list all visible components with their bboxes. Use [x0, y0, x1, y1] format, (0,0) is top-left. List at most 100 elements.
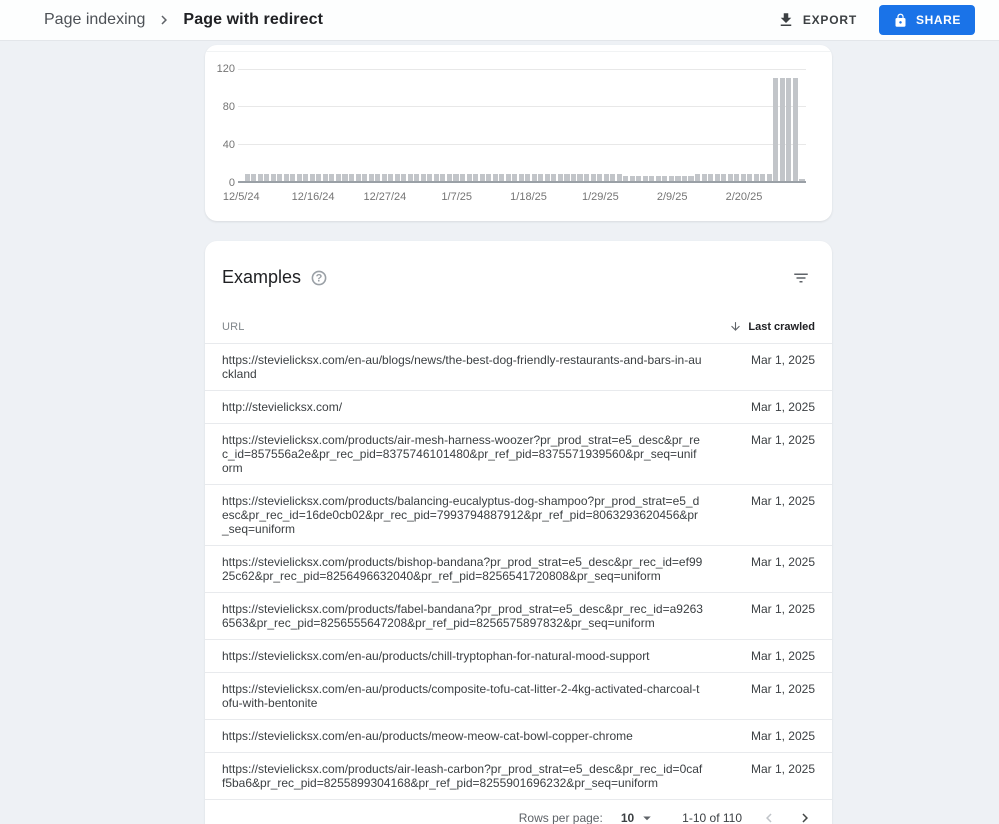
chart-bar[interactable]	[630, 176, 635, 181]
chart-bar[interactable]	[310, 174, 315, 181]
chart-bar[interactable]	[453, 174, 458, 181]
table-row[interactable]: https://stevielicksx.com/products/air-me…	[205, 424, 832, 485]
table-row[interactable]: http://stevielicksx.com/ Mar 1, 2025	[205, 391, 832, 424]
chart-bar[interactable]	[525, 174, 530, 181]
chart-bar[interactable]	[375, 174, 380, 181]
chart-bar[interactable]	[617, 174, 622, 181]
chart-bar[interactable]	[721, 174, 726, 181]
export-button[interactable]: EXPORT	[777, 11, 857, 29]
chart-bar[interactable]	[480, 174, 485, 181]
chart-bar[interactable]	[591, 174, 596, 181]
chart-bar[interactable]	[715, 174, 720, 181]
rows-per-page-select[interactable]: 10	[621, 809, 656, 824]
chart-bar[interactable]	[636, 176, 641, 181]
chart-bar[interactable]	[460, 174, 465, 181]
chart-bar[interactable]	[303, 174, 308, 181]
chart-bar[interactable]	[682, 176, 687, 181]
filter-list-icon[interactable]	[792, 269, 810, 287]
chart-bar[interactable]	[342, 174, 347, 181]
chart-bar[interactable]	[349, 174, 354, 181]
chart-bar[interactable]	[323, 174, 328, 181]
chart-bar[interactable]	[284, 174, 289, 181]
chart-bar[interactable]	[571, 174, 576, 181]
chart-bar[interactable]	[329, 174, 334, 181]
chart-bar[interactable]	[793, 78, 798, 181]
chart-bar[interactable]	[512, 174, 517, 181]
table-row[interactable]: https://stevielicksx.com/en-au/blogs/new…	[205, 344, 832, 391]
chart-bar[interactable]	[545, 174, 550, 181]
chart-bar[interactable]	[702, 174, 707, 181]
chart-bar[interactable]	[532, 174, 537, 181]
previous-page-icon[interactable]	[758, 807, 780, 824]
chart-bar[interactable]	[741, 174, 746, 181]
share-button[interactable]: SHARE	[879, 5, 975, 35]
chart-bar[interactable]	[401, 174, 406, 181]
chart-bar[interactable]	[643, 176, 648, 181]
chart-bar[interactable]	[440, 174, 445, 181]
chart-bar[interactable]	[747, 174, 752, 181]
chart-bar[interactable]	[264, 174, 269, 181]
chart-bar[interactable]	[604, 174, 609, 181]
chart-bar[interactable]	[538, 174, 543, 181]
chart-bar[interactable]	[780, 78, 785, 181]
chart-bar[interactable]	[519, 174, 524, 181]
chart-bar[interactable]	[427, 174, 432, 181]
chart-bar[interactable]	[734, 174, 739, 181]
chart-bar[interactable]	[577, 174, 582, 181]
chart-bar[interactable]	[356, 174, 361, 181]
chart-bar[interactable]	[610, 174, 615, 181]
chart-bar[interactable]	[656, 176, 661, 181]
chart-bar[interactable]	[271, 174, 276, 181]
chart-bar[interactable]	[434, 174, 439, 181]
chart-bar[interactable]	[675, 176, 680, 181]
next-page-icon[interactable]	[794, 807, 816, 824]
chart-bar[interactable]	[369, 174, 374, 181]
chart-bar[interactable]	[258, 174, 263, 181]
column-header-url[interactable]: URL	[222, 321, 729, 333]
chart-bar[interactable]	[799, 179, 804, 181]
chart-bar[interactable]	[662, 176, 667, 181]
chart-bar[interactable]	[395, 174, 400, 181]
chart-bar[interactable]	[414, 174, 419, 181]
chart-bar[interactable]	[649, 176, 654, 181]
table-row[interactable]: https://stevielicksx.com/products/bishop…	[205, 546, 832, 593]
chart-bar[interactable]	[421, 174, 426, 181]
chart-bar[interactable]	[760, 174, 765, 181]
table-row[interactable]: https://stevielicksx.com/en-au/products/…	[205, 640, 832, 673]
chart-bar[interactable]	[316, 174, 321, 181]
chart-bar[interactable]	[447, 174, 452, 181]
chart-bar[interactable]	[773, 78, 778, 181]
chart-bar[interactable]	[245, 174, 250, 181]
help-icon[interactable]: ?	[311, 270, 327, 286]
chart-bar[interactable]	[486, 174, 491, 181]
chart-bar[interactable]	[695, 174, 700, 181]
chart-bar[interactable]	[623, 176, 628, 181]
table-row[interactable]: https://stevielicksx.com/en-au/products/…	[205, 673, 832, 720]
chart-bar[interactable]	[564, 174, 569, 181]
chart-bar[interactable]	[467, 174, 472, 181]
chart-bar[interactable]	[597, 174, 602, 181]
chart-bar[interactable]	[362, 174, 367, 181]
chart-bar[interactable]	[382, 174, 387, 181]
chart-bar[interactable]	[388, 174, 393, 181]
chart-bar[interactable]	[493, 174, 498, 181]
chart-bar[interactable]	[408, 174, 413, 181]
chart-bar[interactable]	[584, 174, 589, 181]
chart-bar[interactable]	[336, 174, 341, 181]
chart-bar[interactable]	[754, 174, 759, 181]
chart-bar[interactable]	[499, 174, 504, 181]
chart-bar[interactable]	[506, 174, 511, 181]
chart-bar[interactable]	[297, 174, 302, 181]
table-row[interactable]: https://stevielicksx.com/products/balanc…	[205, 485, 832, 546]
chart-bar[interactable]	[688, 176, 693, 181]
chart-bar[interactable]	[251, 174, 256, 181]
chart-bar[interactable]	[767, 174, 772, 181]
chart-bar[interactable]	[277, 174, 282, 181]
chart-bar[interactable]	[551, 174, 556, 181]
breadcrumb-parent[interactable]: Page indexing	[44, 11, 145, 29]
chart-bar[interactable]	[473, 174, 478, 181]
chart-bar[interactable]	[728, 174, 733, 181]
chart-bar[interactable]	[558, 174, 563, 181]
chart-bar[interactable]	[786, 78, 791, 181]
column-header-last-crawled[interactable]: Last crawled	[729, 320, 815, 333]
